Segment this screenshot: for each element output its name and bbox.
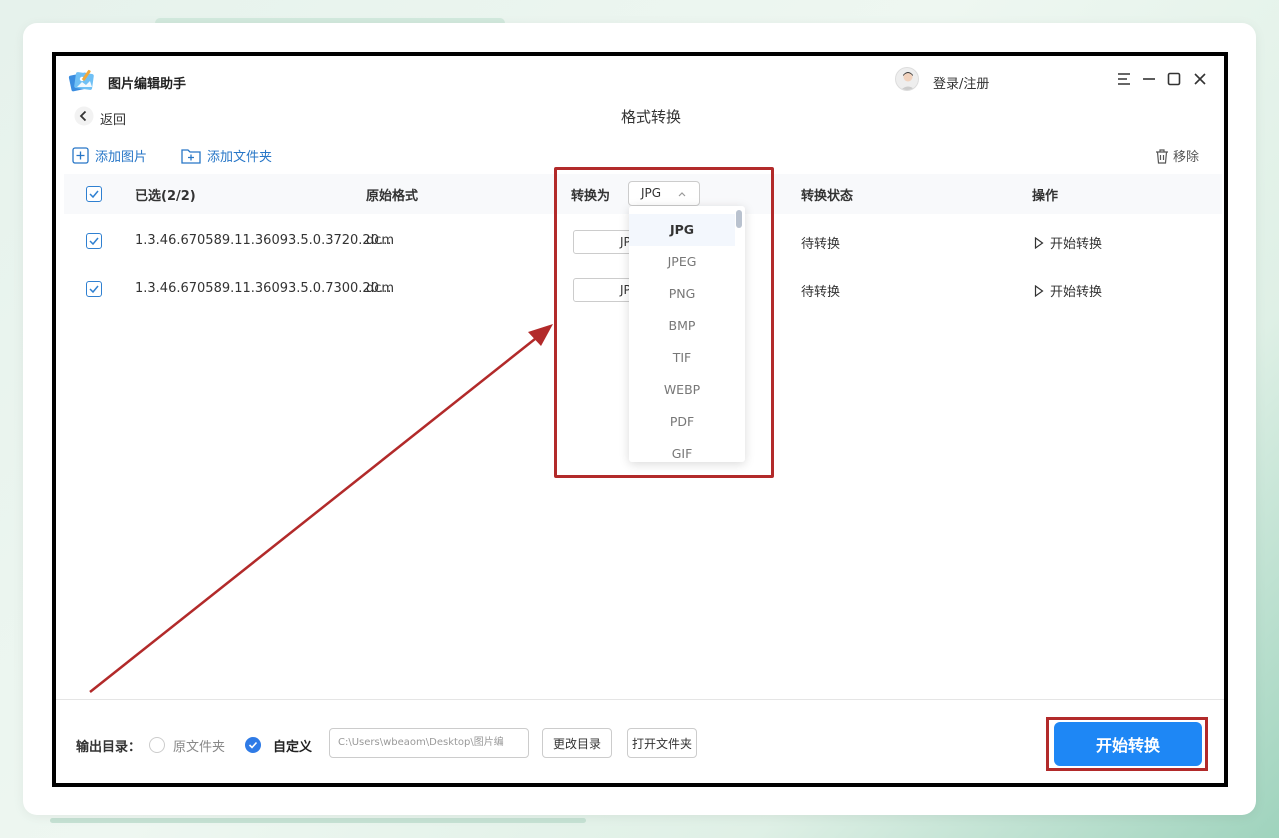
header-selected: 已选(2/2): [135, 189, 196, 204]
add-image-button[interactable]: 添加图片: [72, 146, 147, 165]
close-button[interactable]: [1190, 69, 1210, 89]
app-title: 图片编辑助手: [108, 77, 187, 92]
open-folder-button[interactable]: 打开文件夹: [627, 728, 697, 758]
check-icon: [89, 285, 99, 294]
login-register-link[interactable]: 登录/注册: [933, 73, 989, 92]
check-icon: [89, 237, 99, 246]
row-status: 待转换: [801, 285, 841, 300]
check-icon: [89, 190, 99, 199]
row-checkbox[interactable]: [86, 233, 102, 249]
original-folder-label[interactable]: 原文件夹: [173, 736, 225, 755]
output-path-input[interactable]: C:\Users\wbeaom\Desktop\图片编: [329, 728, 529, 758]
remove-label: 移除: [1173, 150, 1200, 165]
maximize-button[interactable]: [1164, 69, 1184, 89]
header-original-format: 原始格式: [366, 189, 419, 204]
annotation-highlight-box: [1046, 717, 1208, 771]
app-window: 图片编辑助手 登录/注册 返回 格式转换 添加图片 添加文件夹 移除 已选(2/…: [52, 52, 1228, 787]
minimize-icon: [1143, 78, 1155, 80]
menu-button[interactable]: [1114, 69, 1134, 89]
row-start-button[interactable]: 开始转换: [1034, 281, 1102, 300]
maximize-icon: [1167, 72, 1181, 86]
add-image-icon: [72, 147, 89, 164]
app-logo-icon: [68, 68, 96, 94]
output-dir-label: 输出目录：: [76, 740, 142, 755]
trash-icon: [1156, 148, 1168, 164]
add-folder-label: 添加文件夹: [207, 150, 273, 165]
check-icon: [248, 741, 258, 749]
avatar[interactable]: [895, 67, 919, 91]
file-format: dcm: [366, 281, 395, 296]
minimize-button[interactable]: [1139, 69, 1159, 89]
custom-folder-radio[interactable]: [245, 737, 261, 753]
play-icon: [1034, 236, 1044, 249]
row-start-label: 开始转换: [1050, 285, 1103, 300]
row-status: 待转换: [801, 237, 841, 252]
select-all-checkbox[interactable]: [86, 186, 102, 202]
file-name: 1.3.46.670589.11.36093.5.0.7300.20...: [135, 281, 392, 296]
header-operation: 操作: [1032, 189, 1059, 204]
play-icon: [1034, 284, 1044, 297]
file-format: dcm: [366, 233, 395, 248]
close-icon: [1194, 73, 1206, 85]
original-folder-radio[interactable]: [149, 737, 165, 753]
header-status: 转换状态: [801, 189, 854, 204]
background-decoration: [50, 818, 586, 823]
annotation-highlight-box: [554, 167, 774, 478]
row-start-button[interactable]: 开始转换: [1034, 233, 1102, 252]
row-checkbox[interactable]: [86, 281, 102, 297]
add-folder-icon: [181, 149, 201, 164]
row-start-label: 开始转换: [1050, 237, 1103, 252]
bottom-divider: [56, 699, 1224, 700]
page-title: 格式转换: [620, 108, 681, 126]
change-dir-button[interactable]: 更改目录: [542, 728, 612, 758]
user-avatar-icon: [900, 72, 916, 90]
remove-button[interactable]: 移除: [1154, 146, 1199, 165]
custom-folder-label[interactable]: 自定义: [273, 736, 312, 755]
file-name: 1.3.46.670589.11.36093.5.0.3720.20...: [135, 233, 392, 248]
menu-icon: [1118, 73, 1130, 85]
add-folder-button[interactable]: 添加文件夹: [181, 146, 272, 165]
add-image-label: 添加图片: [95, 150, 148, 165]
